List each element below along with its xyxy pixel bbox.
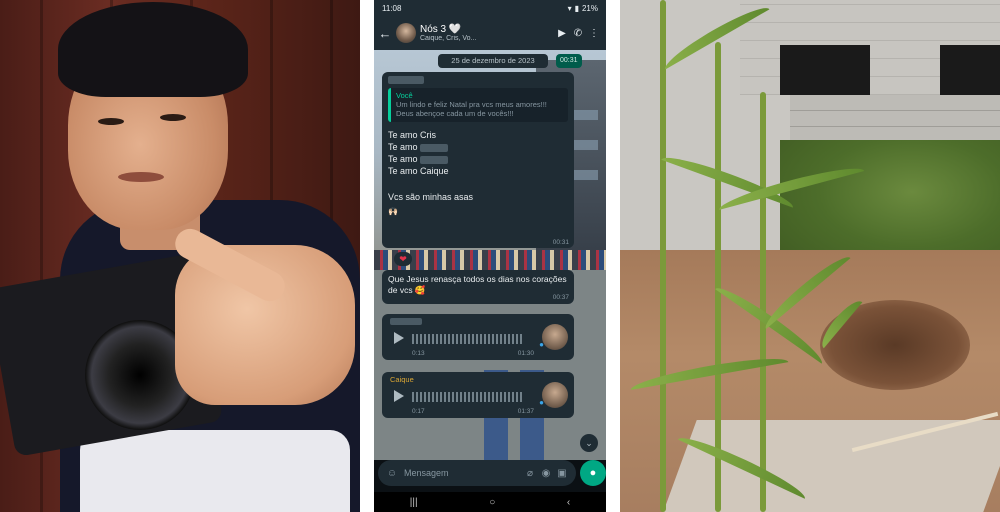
status-time: 11:08	[382, 3, 402, 13]
concrete-path	[663, 420, 1000, 512]
corn-stalk	[760, 92, 766, 512]
voice-sender: Caique	[390, 375, 414, 384]
blurred-name	[420, 155, 449, 164]
group-avatar[interactable]	[396, 23, 416, 43]
microphone-button[interactable]: ●	[580, 460, 606, 486]
outgoing-time-chip: 00:31	[556, 54, 582, 68]
emoji-icon[interactable]: ☺	[384, 468, 400, 479]
phone-call-icon[interactable]: ✆	[570, 28, 586, 39]
arrow-left-icon[interactable]: ←	[378, 26, 392, 41]
chat-subtitle: Caique, Cris, Vo...	[420, 34, 477, 42]
mouth	[118, 172, 164, 182]
sender-avatar	[542, 382, 568, 408]
message-text: Que Jesus renasça todos os dias nos cora…	[388, 274, 567, 296]
left-photo-man-with-camera	[0, 0, 360, 512]
quote-author: Você	[396, 91, 413, 100]
shirt	[80, 430, 350, 512]
message-bubble[interactable]: Você Um lindo e feliz Natal pra vcs meus…	[382, 72, 574, 248]
home-icon[interactable]: ○	[489, 497, 495, 508]
play-icon[interactable]	[394, 390, 404, 402]
right-photo-corn-and-soil	[620, 0, 1000, 512]
chevron-down-icon[interactable]: ⌄	[580, 434, 598, 452]
wall-opening	[940, 45, 1000, 95]
chat-title-block[interactable]: Nós 3 🤍 Caique, Cris, Vo...	[420, 24, 554, 43]
microphone-icon: ●	[589, 467, 597, 479]
corn-stalk	[715, 42, 721, 512]
status-bar: 11:08 ▾ ▮ 21%	[374, 0, 606, 16]
audio-waveform[interactable]	[412, 392, 524, 402]
message-time: 00:31	[552, 239, 569, 246]
voice-time: 01:30	[517, 350, 534, 357]
sender-avatar	[542, 324, 568, 350]
paperclip-icon[interactable]: ⌀	[522, 468, 538, 479]
blurred-sender-name	[390, 318, 422, 325]
message-input[interactable]: Mensagem	[400, 468, 522, 478]
wall-opening	[780, 45, 870, 95]
voice-duration: 0:17	[412, 408, 425, 415]
wifi-icon: ▾	[567, 3, 572, 13]
hair	[58, 2, 248, 97]
signal-icon: ▮	[574, 3, 579, 13]
quote-text: Um lindo e feliz Natal pra vcs meus amor…	[396, 100, 547, 119]
message-line: Te amo	[388, 153, 568, 165]
voice-time: 01:37	[517, 408, 534, 415]
message-line: Te amo	[388, 141, 568, 153]
message-line: Te amo Cris	[388, 129, 437, 140]
android-nav-bar: ||| ○ ‹	[374, 492, 606, 512]
voice-message[interactable]: 0:13 01:30 ●	[382, 314, 574, 360]
coin-icon[interactable]: ◉	[538, 468, 554, 479]
message-time: 00:37	[552, 293, 569, 301]
message-line: Vcs são minhas asas	[388, 192, 474, 203]
status-icons: ▾ ▮ 21%	[568, 4, 598, 13]
corn-leaf	[661, 150, 797, 208]
corn-stalk	[660, 0, 666, 512]
play-icon[interactable]	[394, 332, 404, 344]
left-eye	[98, 118, 124, 125]
audio-waveform[interactable]	[412, 334, 524, 344]
date-separator: 25 de dezembro de 2023	[438, 54, 548, 68]
blurred-sender-name	[388, 76, 424, 84]
battery-level: 21%	[581, 3, 598, 13]
right-eye	[160, 114, 186, 121]
chat-title: Nós 3 🤍	[420, 23, 462, 35]
video-call-icon[interactable]: ▶	[554, 28, 570, 39]
whatsapp-screenshot: 11:08 ▾ ▮ 21% ← Nós 3 🤍 Caique, Cris, Vo…	[372, 0, 608, 512]
message-line: Te amo Caique	[388, 166, 449, 177]
blurred-name	[420, 143, 449, 152]
chat-header: ← Nós 3 🤍 Caique, Cris, Vo... ▶ ✆ ⋮	[374, 16, 606, 50]
back-nav-icon[interactable]: ‹	[567, 497, 570, 508]
recent-apps-icon[interactable]: |||	[410, 497, 418, 508]
message-bubble[interactable]: Que Jesus renasça todos os dias nos cora…	[382, 270, 574, 304]
camera-icon[interactable]: ▣	[554, 468, 570, 479]
message-composer[interactable]: ☺ Mensagem ⌀ ◉ ▣	[378, 460, 576, 486]
quoted-message[interactable]: Você Um lindo e feliz Natal pra vcs meus…	[388, 88, 568, 122]
kebab-menu-icon[interactable]: ⋮	[586, 28, 602, 39]
message-emojis: 🙌🏻	[388, 207, 398, 217]
voice-message[interactable]: Caique 0:17 01:37 ●	[382, 372, 574, 418]
heart-reaction-icon[interactable]: ❤	[394, 252, 412, 266]
voice-duration: 0:13	[412, 350, 425, 357]
